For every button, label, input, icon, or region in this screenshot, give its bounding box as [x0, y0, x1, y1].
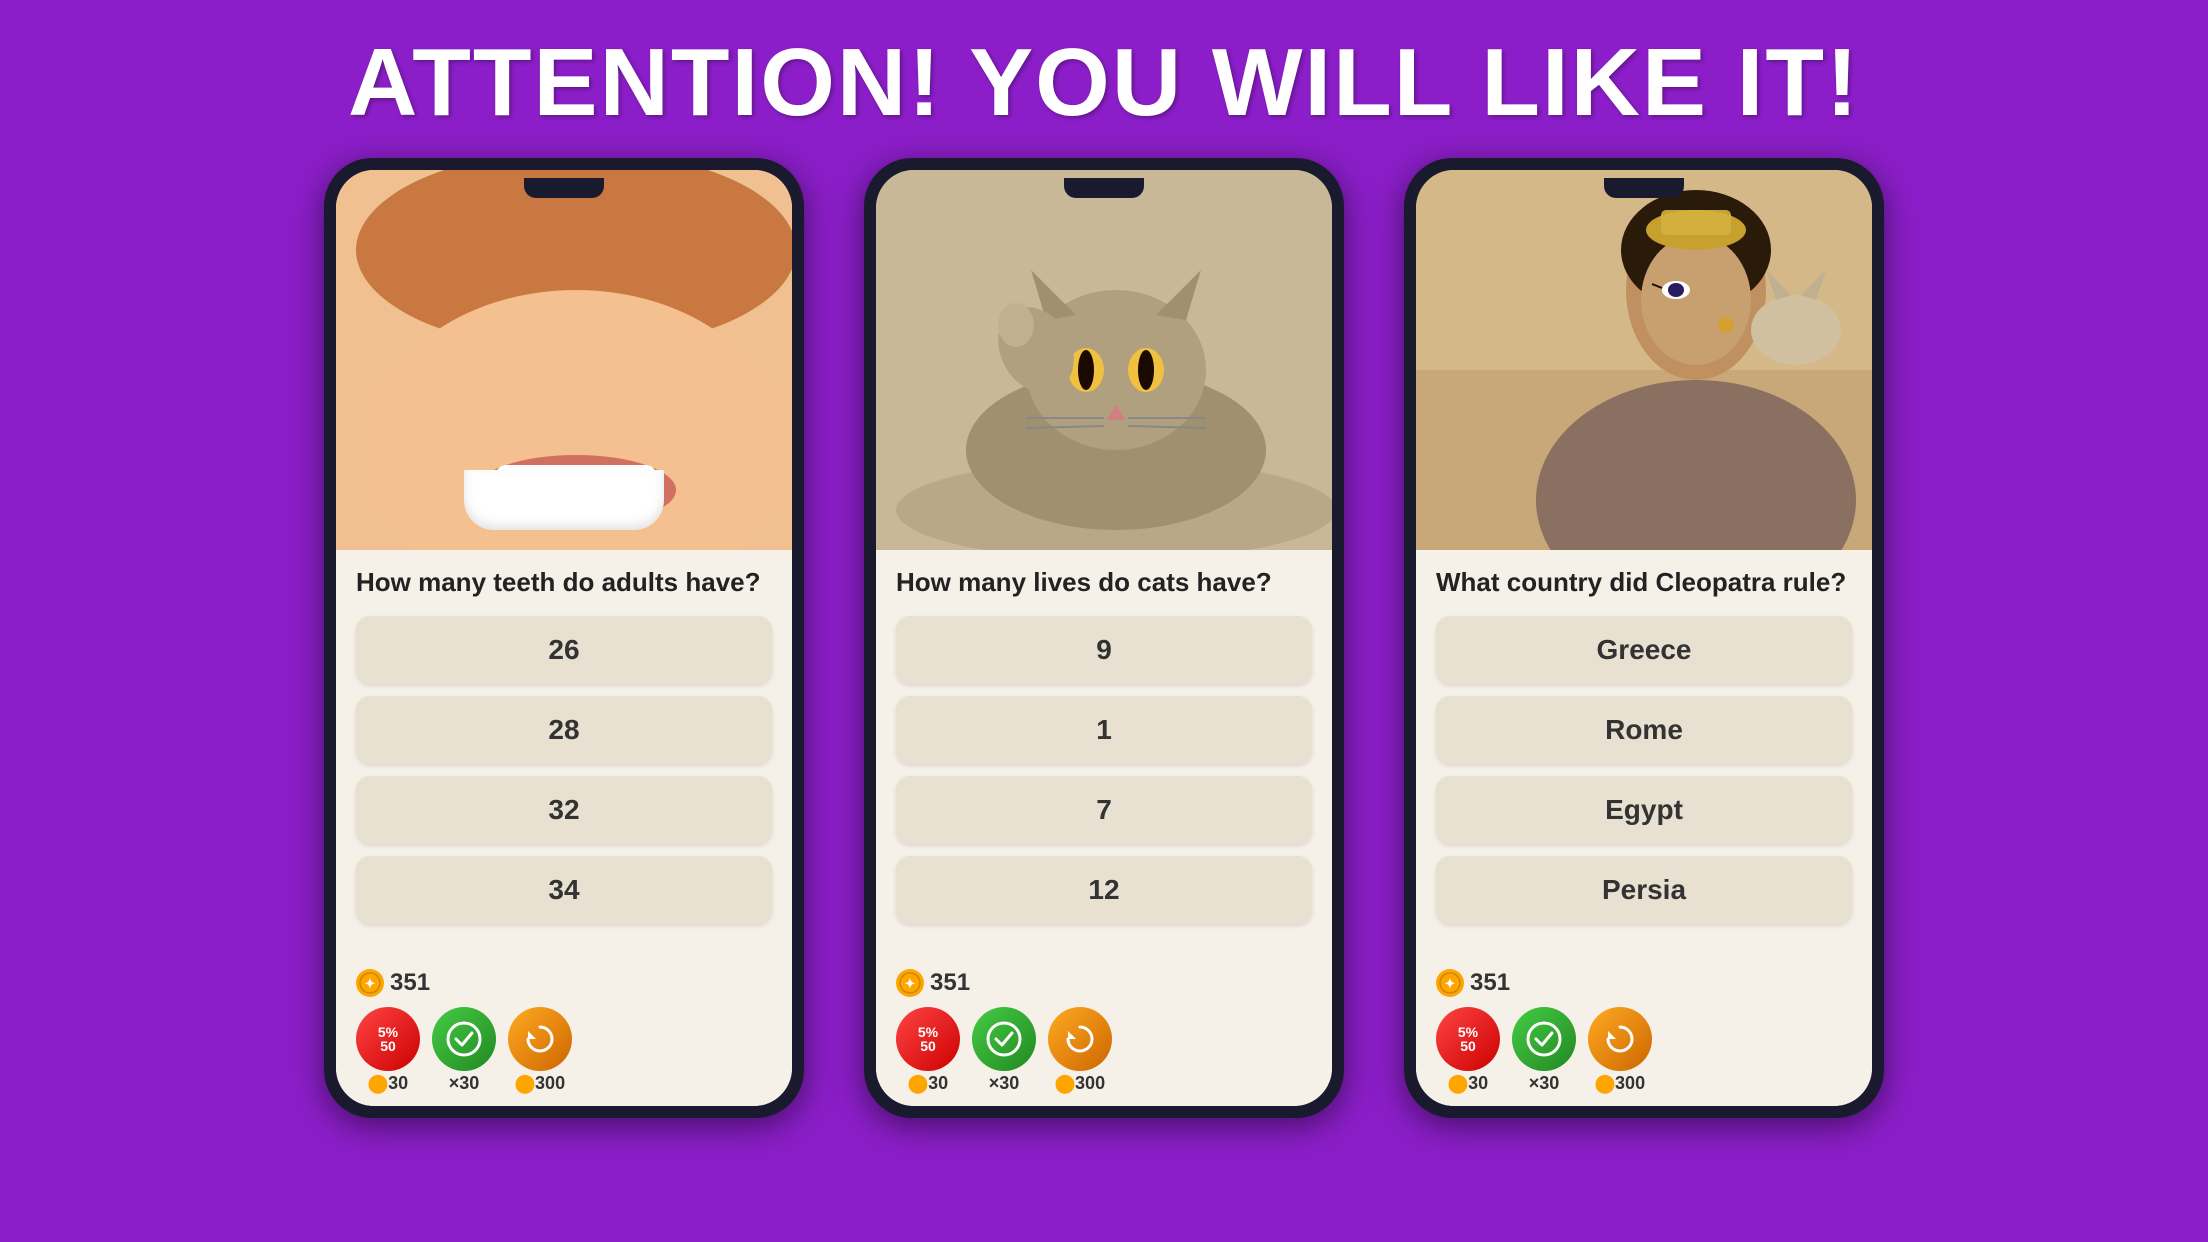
phone-3-footer: ✦ 351 5%50 ⬤30: [1416, 961, 1872, 1106]
phone-3-powerup-2-icon: [1512, 1007, 1576, 1071]
phone-1-answer-3[interactable]: 32: [356, 776, 772, 844]
phone-2-answer-3[interactable]: 7: [896, 776, 1312, 844]
phone-1-image: [336, 170, 792, 550]
phone-1-powerup-3-label: ⬤300: [515, 1073, 565, 1094]
phone-3-powerup-1-label: ⬤30: [1448, 1073, 1488, 1094]
phone-3-powerup-3[interactable]: ⬤300: [1588, 1007, 1652, 1094]
svg-text:✦: ✦: [1445, 976, 1456, 991]
phone-3-answer-3[interactable]: Egypt: [1436, 776, 1852, 844]
phone-1-question: How many teeth do adults have?: [356, 566, 772, 600]
phone-3: What country did Cleopatra rule? Greece …: [1404, 158, 1884, 1118]
phone-2-coin-icon: ✦: [896, 969, 924, 997]
phone-2-powerups: 5%50 ⬤30 ×30 ⬤300: [896, 1007, 1312, 1094]
phone-1-coins-row: ✦ 351: [356, 969, 772, 997]
phone-3-powerup-1-icon: 5%50: [1436, 1007, 1500, 1071]
phone-3-content: What country did Cleopatra rule? Greece …: [1416, 550, 1872, 961]
phone-1-powerup-2-label: ×30: [449, 1073, 480, 1094]
phone-1-powerup-3-icon: [508, 1007, 572, 1071]
phone-3-answer-1[interactable]: Greece: [1436, 616, 1852, 684]
phone-3-coin-count: 351: [1470, 969, 1510, 997]
phone-1-powerup-2[interactable]: ×30: [432, 1007, 496, 1094]
phone-1-powerups: 5%50 ⬤30 ×30 ⬤300: [356, 1007, 772, 1094]
phone-3-answer-2[interactable]: Rome: [1436, 696, 1852, 764]
svg-text:✦: ✦: [905, 976, 916, 991]
phone-2-powerup-1-label: ⬤30: [908, 1073, 948, 1094]
phone-3-notch: [1604, 178, 1684, 198]
phone-1-powerup-1-label: ⬤30: [368, 1073, 408, 1094]
phone-3-answer-4[interactable]: Persia: [1436, 856, 1852, 924]
phone-2-powerup-1[interactable]: 5%50 ⬤30: [896, 1007, 960, 1094]
phone-3-powerup-2-label: ×30: [1529, 1073, 1560, 1094]
phone-2-image: [876, 170, 1332, 550]
phone-3-powerups: 5%50 ⬤30 ×30 ⬤300: [1436, 1007, 1852, 1094]
phone-3-powerup-2[interactable]: ×30: [1512, 1007, 1576, 1094]
phone-3-powerup-1[interactable]: 5%50 ⬤30: [1436, 1007, 1500, 1094]
phone-3-coin-icon: ✦: [1436, 969, 1464, 997]
phone-1-powerup-1-icon: 5%50: [356, 1007, 420, 1071]
phone-2-powerup-2-label: ×30: [989, 1073, 1020, 1094]
phone-1-powerup-3[interactable]: ⬤300: [508, 1007, 572, 1094]
phone-1-notch: [524, 178, 604, 198]
phone-2: How many lives do cats have? 9 1 7 12 ✦ …: [864, 158, 1344, 1118]
phone-2-answer-2[interactable]: 1: [896, 696, 1312, 764]
phone-2-powerup-3[interactable]: ⬤300: [1048, 1007, 1112, 1094]
phone-1-screen: How many teeth do adults have? 26 28 32 …: [336, 170, 792, 1106]
phone-1: How many teeth do adults have? 26 28 32 …: [324, 158, 804, 1118]
phone-2-powerup-2[interactable]: ×30: [972, 1007, 1036, 1094]
phone-1-footer: ✦ 351 5%50 ⬤30: [336, 961, 792, 1106]
phone-2-powerup-2-icon: [972, 1007, 1036, 1071]
phone-1-powerup-1[interactable]: 5%50 ⬤30: [356, 1007, 420, 1094]
phone-2-powerup-3-icon: [1048, 1007, 1112, 1071]
main-title: ATTENTION! YOU WILL LIKE IT!: [348, 28, 1860, 138]
phone-2-answer-1[interactable]: 9: [896, 616, 1312, 684]
phone-2-powerup-3-label: ⬤300: [1055, 1073, 1105, 1094]
svg-text:✦: ✦: [365, 976, 376, 991]
phone-2-powerup-1-icon: 5%50: [896, 1007, 960, 1071]
phone-3-powerup-3-icon: [1588, 1007, 1652, 1071]
phone-1-content: How many teeth do adults have? 26 28 32 …: [336, 550, 792, 961]
phone-3-screen: What country did Cleopatra rule? Greece …: [1416, 170, 1872, 1106]
phone-2-coin-count: 351: [930, 969, 970, 997]
phone-1-answer-2[interactable]: 28: [356, 696, 772, 764]
phone-1-answer-1[interactable]: 26: [356, 616, 772, 684]
phone-2-question: How many lives do cats have?: [896, 566, 1312, 600]
phone-3-coins-row: ✦ 351: [1436, 969, 1852, 997]
phone-2-content: How many lives do cats have? 9 1 7 12: [876, 550, 1332, 961]
phone-1-coin-icon: ✦: [356, 969, 384, 997]
phone-3-question: What country did Cleopatra rule?: [1436, 566, 1852, 600]
phone-1-coin-count: 351: [390, 969, 430, 997]
phone-2-notch: [1064, 178, 1144, 198]
phone-2-footer: ✦ 351 5%50 ⬤30: [876, 961, 1332, 1106]
phone-3-image: [1416, 170, 1872, 550]
phone-1-powerup-2-icon: [432, 1007, 496, 1071]
phone-3-powerup-3-label: ⬤300: [1595, 1073, 1645, 1094]
phones-container: How many teeth do adults have? 26 28 32 …: [244, 158, 1964, 1118]
phone-2-screen: How many lives do cats have? 9 1 7 12 ✦ …: [876, 170, 1332, 1106]
phone-1-answer-4[interactable]: 34: [356, 856, 772, 924]
phone-2-answer-4[interactable]: 12: [896, 856, 1312, 924]
phone-2-coins-row: ✦ 351: [896, 969, 1312, 997]
